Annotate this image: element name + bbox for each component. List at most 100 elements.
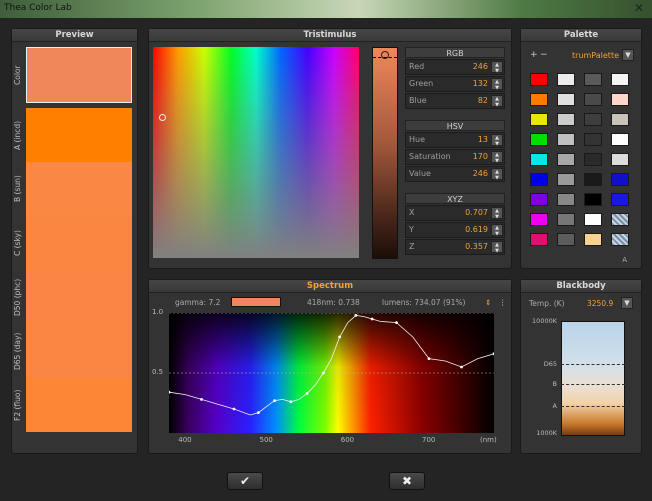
adjust-icon[interactable]: ⇕ <box>485 298 491 307</box>
palette-swatch[interactable] <box>557 173 575 186</box>
spectrum-point[interactable] <box>305 392 309 395</box>
blackbody-tick-label: B <box>552 380 557 388</box>
spectrum-point[interactable] <box>200 398 203 401</box>
blackbody-gradient[interactable] <box>561 321 625 436</box>
rgb-field-value[interactable]: 246 <box>473 62 488 71</box>
blackbody-tick-label: A <box>552 402 557 410</box>
spinner-icon[interactable]: ▲ ▼ <box>491 61 503 74</box>
hsv-field-0[interactable]: Hue 13 ▲ ▼ <box>405 132 505 148</box>
spinner-icon[interactable]: ▲ ▼ <box>491 207 503 220</box>
remove-swatch-button[interactable]: − <box>540 50 548 60</box>
palette-swatch[interactable] <box>557 213 575 226</box>
rgb-field-value[interactable]: 82 <box>478 96 488 105</box>
close-icon[interactable]: ✕ <box>632 1 646 15</box>
preview-label-3: C (sky) <box>13 230 22 256</box>
palette-swatch[interactable] <box>530 193 548 206</box>
palette-swatch[interactable] <box>557 153 575 166</box>
xyz-field-value[interactable]: 0.707 <box>465 208 488 217</box>
gamma-color-bar[interactable] <box>231 297 281 307</box>
palette-swatch[interactable] <box>530 133 548 146</box>
spinner-icon[interactable]: ▲ ▼ <box>491 95 503 108</box>
hsv-field-value[interactable]: 170 <box>473 152 488 161</box>
rgb-field-0[interactable]: Red 246 ▲ ▼ <box>405 59 505 75</box>
spectrum-chart[interactable] <box>169 313 494 433</box>
hsv-field-2[interactable]: Value 246 ▲ ▼ <box>405 166 505 182</box>
palette-swatch[interactable] <box>557 133 575 146</box>
plane-cursor-icon[interactable] <box>159 114 166 121</box>
palette-swatch[interactable] <box>584 73 602 86</box>
palette-swatch[interactable] <box>557 73 575 86</box>
xyz-field-value[interactable]: 0.619 <box>465 225 488 234</box>
spectrum-point[interactable] <box>256 411 260 414</box>
spinner-icon[interactable]: ▲ ▼ <box>491 151 503 164</box>
spectrum-point[interactable] <box>338 335 342 339</box>
spectrum-point[interactable] <box>321 371 325 375</box>
palette-swatch[interactable] <box>530 213 548 226</box>
spectrum-point[interactable] <box>289 400 293 404</box>
rgb-field-2[interactable]: Blue 82 ▲ ▼ <box>405 93 505 109</box>
palette-swatch[interactable] <box>530 113 548 126</box>
palette-swatch[interactable] <box>611 73 629 86</box>
xyz-field-1[interactable]: Y 0.619 ▲ ▼ <box>405 222 505 238</box>
palette-swatch[interactable] <box>530 93 548 106</box>
spectrum-point[interactable] <box>460 365 463 369</box>
palette-swatch[interactable] <box>530 73 548 86</box>
spectrum-point[interactable] <box>232 407 236 411</box>
spectrum-panel: Spectrum gamma: 7.2 418nm: 0.738 lumens:… <box>148 279 512 454</box>
spectrum-point[interactable] <box>273 399 277 402</box>
cancel-button[interactable]: ✖ <box>389 472 425 490</box>
palette-swatch[interactable] <box>584 233 602 246</box>
spinner-icon[interactable]: ▲ ▼ <box>491 241 503 254</box>
palette-swatch[interactable] <box>611 113 629 126</box>
palette-swatch[interactable] <box>584 113 602 126</box>
rgb-field-value[interactable]: 132 <box>473 79 488 88</box>
menu-dots-icon[interactable]: ⋮ <box>499 298 507 307</box>
palette-swatch[interactable] <box>584 93 602 106</box>
palette-swatch[interactable] <box>611 133 629 146</box>
palette-swatch[interactable] <box>557 193 575 206</box>
palette-dropdown-button[interactable]: ▼ <box>622 49 634 61</box>
temperature-dropdown-button[interactable]: ▼ <box>621 297 633 309</box>
palette-swatch[interactable] <box>557 113 575 126</box>
palette-swatch[interactable] <box>584 153 602 166</box>
hsv-field-value[interactable]: 246 <box>473 169 488 178</box>
hsv-field-1[interactable]: Saturation 170 ▲ ▼ <box>405 149 505 165</box>
palette-swatch[interactable] <box>530 233 548 246</box>
palette-swatch[interactable] <box>557 233 575 246</box>
temperature-value[interactable]: 3250.9 <box>587 299 613 308</box>
palette-swatch[interactable] <box>611 153 629 166</box>
spinner-icon[interactable]: ▲ ▼ <box>491 134 503 147</box>
spinner-icon[interactable]: ▲ ▼ <box>491 224 503 237</box>
palette-swatch[interactable] <box>611 93 629 106</box>
palette-swatch[interactable] <box>584 133 602 146</box>
ok-button[interactable]: ✔ <box>227 472 263 490</box>
spinner-icon[interactable]: ▲ ▼ <box>491 168 503 181</box>
palette-swatch[interactable] <box>611 173 629 186</box>
palette-swatch[interactable] <box>584 213 602 226</box>
spectrum-point[interactable] <box>370 317 374 321</box>
xyz-field-label: X <box>409 208 415 217</box>
spectrum-point[interactable] <box>354 314 358 317</box>
spectrum-point[interactable] <box>427 357 431 360</box>
palette-swatch[interactable] <box>611 233 629 246</box>
palette-swatch[interactable] <box>557 93 575 106</box>
y-tick-label: 1.0 <box>152 308 164 316</box>
palette-swatch[interactable] <box>584 173 602 186</box>
xyz-field-2[interactable]: Z 0.357 ▲ ▼ <box>405 239 505 255</box>
palette-swatch[interactable] <box>530 153 548 166</box>
add-swatch-button[interactable]: + <box>530 50 538 60</box>
spectrum-point[interactable] <box>395 321 398 324</box>
blackbody-tick-label: D65 <box>543 360 557 368</box>
hue-saturation-plane[interactable] <box>153 47 359 258</box>
rgb-field-1[interactable]: Green 132 ▲ ▼ <box>405 76 505 92</box>
spinner-icon[interactable]: ▲ ▼ <box>491 78 503 91</box>
hsv-field-value[interactable]: 13 <box>478 135 488 144</box>
palette-swatch[interactable] <box>611 213 629 226</box>
xyz-field-0[interactable]: X 0.707 ▲ ▼ <box>405 205 505 221</box>
value-slider[interactable] <box>372 47 398 259</box>
palette-swatch[interactable] <box>611 193 629 206</box>
blackbody-panel: Blackbody Temp. (K) 3250.9 ▼ 10000K D65 B A… <box>520 279 642 454</box>
xyz-field-value[interactable]: 0.357 <box>465 242 488 251</box>
palette-swatch[interactable] <box>584 193 602 206</box>
palette-swatch[interactable] <box>530 173 548 186</box>
